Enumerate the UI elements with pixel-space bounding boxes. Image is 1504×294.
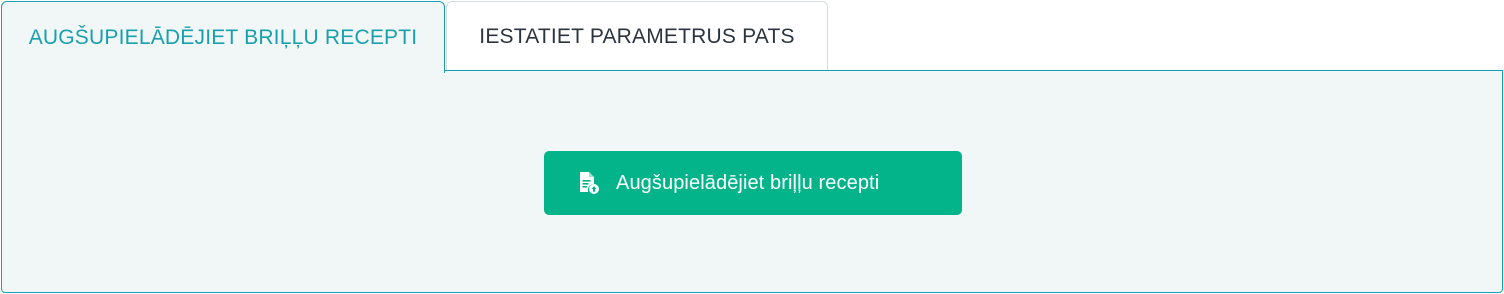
tab-upload-prescription[interactable]: AUGŠUPIELĀDĒJIET BRIĻĻU RECEPTI: [1, 1, 445, 73]
upload-panel: Augšupielādējiet briļļu recepti: [1, 70, 1503, 293]
tab-set-parameters[interactable]: IESTATIET PARAMETRUS PATS: [446, 1, 828, 71]
tab-upload-prescription-label: AUGŠUPIELĀDĒJIET BRIĻĻU RECEPTI: [28, 25, 418, 49]
upload-prescription-button-label: Augšupielādējiet briļļu recepti: [616, 171, 880, 194]
file-upload-icon: [576, 171, 600, 195]
tab-bar: AUGŠUPIELĀDĒJIET BRIĻĻU RECEPTI IESTATIE…: [0, 0, 1504, 73]
tab-set-parameters-label: IESTATIET PARAMETRUS PATS: [479, 24, 795, 48]
upload-prescription-button[interactable]: Augšupielādējiet briļļu recepti: [544, 151, 962, 215]
